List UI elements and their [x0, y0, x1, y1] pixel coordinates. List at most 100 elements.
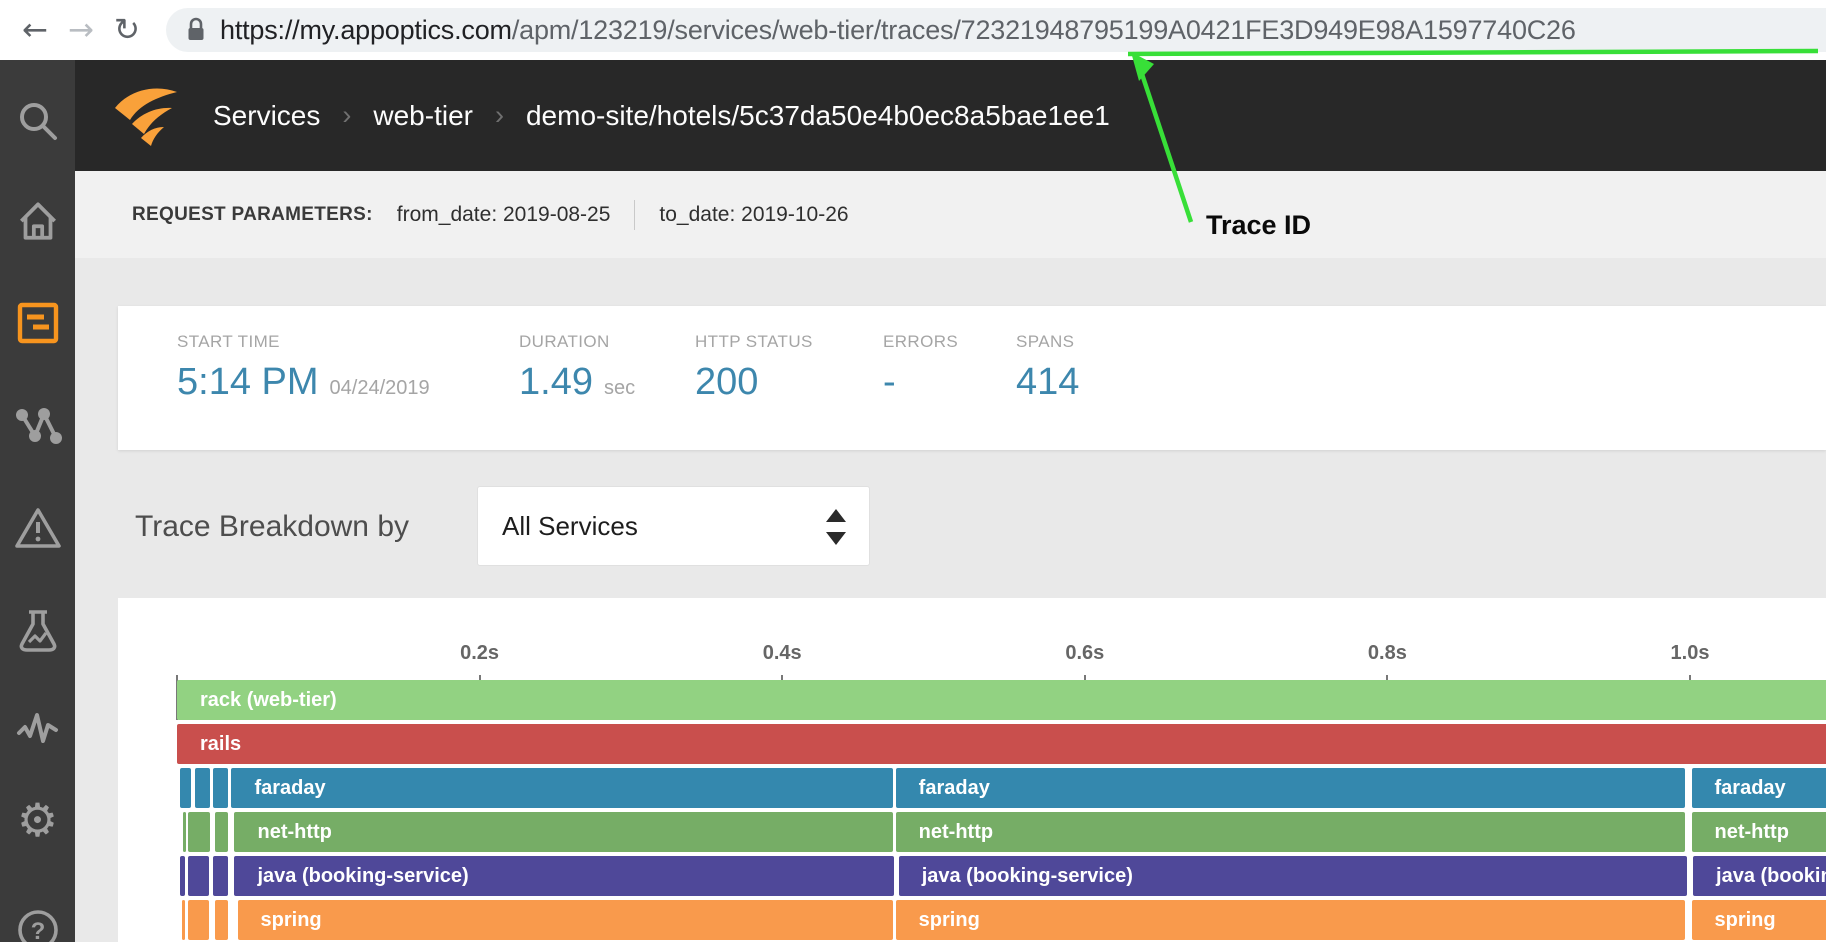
- sidebar-nav: ⚙ ?: [0, 60, 75, 942]
- trace-span-net-http[interactable]: net-http: [234, 812, 892, 852]
- trace-span-java[interactable]: [188, 856, 209, 896]
- stat-spans: SPANS 414: [957, 306, 1079, 450]
- divider: [634, 200, 635, 230]
- axis-tick-label: 1.0s: [1671, 642, 1710, 665]
- axis-tick-label: 0.4s: [763, 642, 802, 665]
- trace-span-label: net-http: [1692, 812, 1826, 852]
- trace-span-net-http[interactable]: [215, 812, 229, 852]
- stat-duration: DURATION 1.49 sec: [460, 306, 636, 450]
- browser-forward-icon[interactable]: →: [58, 12, 104, 48]
- topology-icon[interactable]: [0, 402, 75, 454]
- chevron-right-icon: ›: [342, 100, 351, 131]
- stat-label: START TIME: [177, 332, 460, 352]
- trace-span-label: rails: [177, 724, 1826, 764]
- chevron-right-icon: ›: [495, 100, 504, 131]
- trace-span-faraday[interactable]: [213, 768, 228, 808]
- stat-value: -: [883, 361, 896, 404]
- trace-span-label: java (booking-service): [234, 856, 894, 896]
- stat-sub-value: sec: [604, 377, 635, 400]
- trace-span-spring[interactable]: [182, 900, 185, 940]
- axis-tick-label: 0.6s: [1065, 642, 1104, 665]
- address-bar[interactable]: https://my.appoptics.com/apm/123219/serv…: [166, 8, 1826, 52]
- trace-span-label: rack (web-tier): [177, 680, 1826, 720]
- trace-span-rails[interactable]: rails: [177, 724, 1826, 764]
- stat-label: ERRORS: [883, 332, 957, 352]
- from-date-value: from_date: 2019-08-25: [397, 203, 611, 227]
- breadcrumb-services[interactable]: Services: [213, 100, 320, 132]
- app-header: Services › web-tier › demo-site/hotels/5…: [75, 60, 1826, 171]
- stat-value: 5:14 PM: [177, 361, 319, 404]
- trace-span-faraday[interactable]: faraday: [231, 768, 892, 808]
- trace-span-faraday[interactable]: faraday: [1692, 768, 1826, 808]
- stat-label: SPANS: [1016, 332, 1079, 352]
- trace-summary-card: START TIME 5:14 PM 04/24/2019 DURATION 1.49 s…: [118, 306, 1826, 450]
- home-icon[interactable]: [0, 194, 75, 246]
- trace-span-label: java (booking-service): [899, 856, 1687, 896]
- trace-span-net-http[interactable]: net-http: [1692, 812, 1826, 852]
- trace-span-java[interactable]: [180, 856, 185, 896]
- settings-gear-icon[interactable]: ⚙: [0, 794, 75, 846]
- stat-sub-value: 04/24/2019: [330, 377, 430, 400]
- stat-value: 200: [695, 361, 758, 404]
- axis-tick-label: 0.2s: [460, 642, 499, 665]
- trace-span-java[interactable]: java (booking-service): [234, 856, 894, 896]
- trace-span-label: net-http: [896, 812, 1686, 852]
- stat-value: 1.49: [519, 361, 593, 404]
- svg-text:?: ?: [30, 918, 45, 942]
- stat-errors: ERRORS -: [824, 306, 957, 450]
- trace-span-net-http[interactable]: [188, 812, 211, 852]
- trace-span-spring[interactable]: spring: [896, 900, 1686, 940]
- request-parameters-label: REQUEST PARAMETERS:: [132, 204, 373, 226]
- alerts-icon[interactable]: [0, 502, 75, 554]
- services-traces-icon[interactable]: [0, 297, 75, 349]
- stat-label: HTTP STATUS: [695, 332, 824, 352]
- trace-span-net-http[interactable]: net-http: [896, 812, 1686, 852]
- help-icon[interactable]: ?: [0, 902, 75, 942]
- trace-span-spring[interactable]: spring: [238, 900, 893, 940]
- stat-http-status: HTTP STATUS 200: [636, 306, 824, 450]
- search-icon[interactable]: [0, 96, 75, 148]
- trace-span-faraday[interactable]: [195, 768, 210, 808]
- lock-icon: [186, 17, 206, 43]
- trace-span-label: faraday: [1692, 768, 1826, 808]
- axis-tick-label: 0.8s: [1368, 642, 1407, 665]
- trace-span-faraday[interactable]: faraday: [896, 768, 1686, 808]
- request-parameters-bar: REQUEST PARAMETERS: from_date: 2019-08-2…: [75, 171, 1826, 258]
- main-content: START TIME 5:14 PM 04/24/2019 DURATION 1.49 s…: [75, 258, 1826, 942]
- stat-label: DURATION: [519, 332, 636, 352]
- url-path: /apm/123219/services/web-tier/traces/723…: [512, 15, 1576, 45]
- browser-chrome: ← → ↻ https://my.appoptics.com/apm/12321…: [0, 0, 1826, 60]
- breadcrumb: Services › web-tier › demo-site/hotels/5…: [213, 100, 1110, 132]
- trace-span-label: java (booking-service): [1693, 856, 1826, 896]
- trace-span-faraday[interactable]: [180, 768, 191, 808]
- trace-id-annotation-label: Trace ID: [1206, 210, 1311, 241]
- trace-span-spring[interactable]: [188, 900, 209, 940]
- trace-span-label: faraday: [896, 768, 1686, 808]
- trace-span-java[interactable]: java (booking-service): [899, 856, 1687, 896]
- experiments-flask-icon[interactable]: [0, 604, 75, 656]
- browser-back-icon[interactable]: ←: [12, 12, 58, 48]
- trace-span-spring[interactable]: spring: [1692, 900, 1826, 940]
- sort-arrows-icon: [825, 507, 847, 547]
- breadcrumb-web-tier[interactable]: web-tier: [373, 100, 473, 132]
- trace-chart: 0.2s 0.4s 0.6s 0.8s 1.0s rack (web-tier)rails…: [118, 598, 1826, 942]
- trace-span-label: spring: [238, 900, 893, 940]
- trace-breakdown-title: Trace Breakdown by: [135, 510, 409, 544]
- trace-span-rack[interactable]: rack (web-tier): [177, 680, 1826, 720]
- solarwinds-logo-icon[interactable]: [111, 84, 181, 148]
- dropdown-selected-value: All Services: [502, 511, 638, 542]
- stat-start-time: START TIME 5:14 PM 04/24/2019: [118, 306, 460, 450]
- service-filter-dropdown[interactable]: All Services: [477, 486, 870, 566]
- stat-value: 414: [1016, 361, 1079, 404]
- browser-reload-icon[interactable]: ↻: [104, 12, 150, 48]
- url-domain: https://my.appoptics.com: [220, 15, 512, 45]
- breadcrumb-transaction[interactable]: demo-site/hotels/5c37da50e4b0ec8a5bae1ee…: [526, 100, 1110, 132]
- trace-span-label: faraday: [231, 768, 892, 808]
- trace-span-net-http[interactable]: [183, 812, 186, 852]
- trace-span-spring[interactable]: [215, 900, 229, 940]
- trace-span-label: net-http: [234, 812, 892, 852]
- activity-pulse-icon[interactable]: [0, 701, 75, 753]
- trace-span-java[interactable]: [213, 856, 228, 896]
- trace-span-java[interactable]: java (booking-service): [1693, 856, 1826, 896]
- trace-span-label: spring: [1692, 900, 1826, 940]
